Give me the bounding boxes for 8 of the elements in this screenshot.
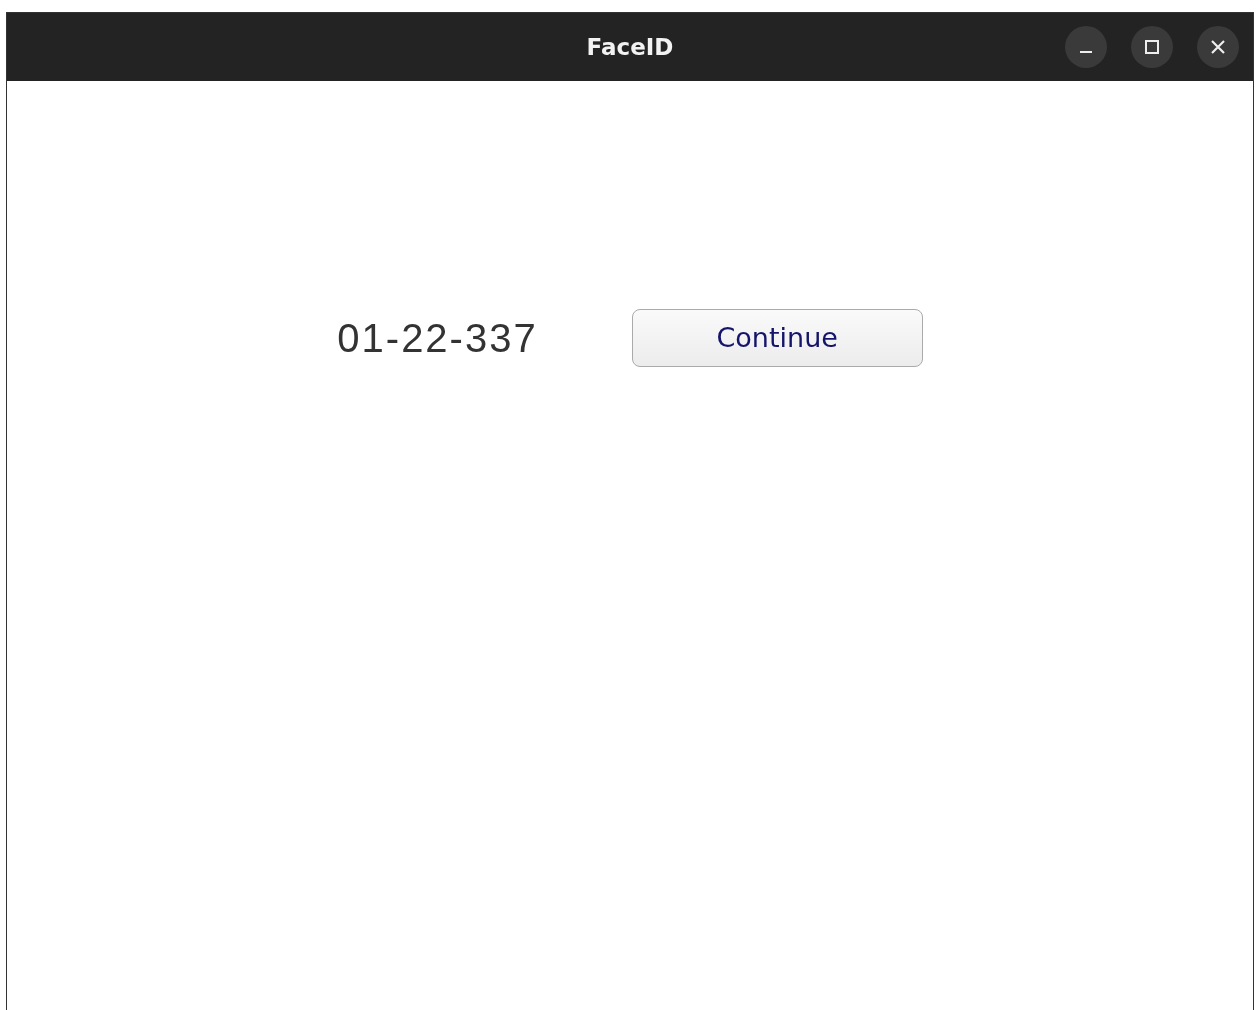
close-button[interactable] (1197, 26, 1239, 68)
maximize-icon (1145, 40, 1159, 54)
window-title: FaceID (586, 32, 674, 62)
code-label: 01-22-337 (337, 315, 538, 362)
minimize-icon (1080, 51, 1092, 53)
continue-button[interactable]: Continue (631, 309, 923, 367)
close-icon (1210, 39, 1226, 55)
maximize-button[interactable] (1131, 26, 1173, 68)
